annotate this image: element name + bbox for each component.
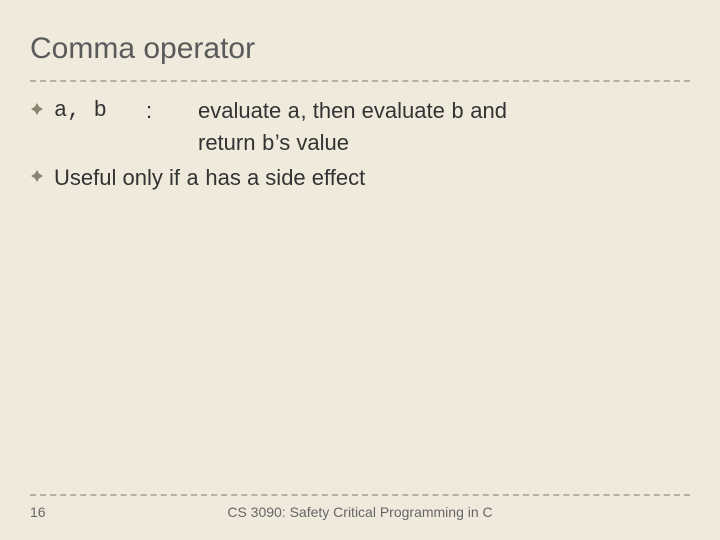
slide-title: Comma operator (30, 22, 690, 82)
bullet-body: Useful only if a has a side effect (54, 163, 690, 195)
text: ’s value (275, 130, 349, 155)
bullet-marker-icon (30, 163, 54, 183)
text: has a side effect (199, 165, 365, 190)
code-expr: a, b (54, 96, 146, 128)
bullet-item: Useful only if a has a side effect (30, 163, 690, 195)
text: , then evaluate (301, 98, 451, 123)
separator: : (146, 96, 198, 128)
bullet-marker-icon (30, 96, 54, 116)
desc-line-1: evaluate a, then evaluate b and (198, 96, 690, 128)
text: return (198, 130, 262, 155)
code-inline: b (451, 100, 464, 125)
text: evaluate (198, 98, 287, 123)
desc-line-2: return b’s value (198, 128, 690, 160)
page-number: 16 (30, 504, 80, 520)
code-inline: b (262, 132, 275, 157)
bullet-body: a, b : evaluate a, then evaluate b and r… (54, 96, 690, 159)
code-inline: a (287, 100, 300, 125)
footer-text: CS 3090: Safety Critical Programming in … (80, 504, 640, 520)
slide: Comma operator a, b : evaluate a, then e… (30, 22, 690, 520)
content-area: a, b : evaluate a, then evaluate b and r… (30, 82, 690, 195)
bullet-item: a, b : evaluate a, then evaluate b and r… (30, 96, 690, 159)
text: and (464, 98, 507, 123)
code-inline: a (186, 167, 199, 192)
footer: 16 CS 3090: Safety Critical Programming … (30, 494, 690, 520)
text: Useful only if (54, 165, 186, 190)
